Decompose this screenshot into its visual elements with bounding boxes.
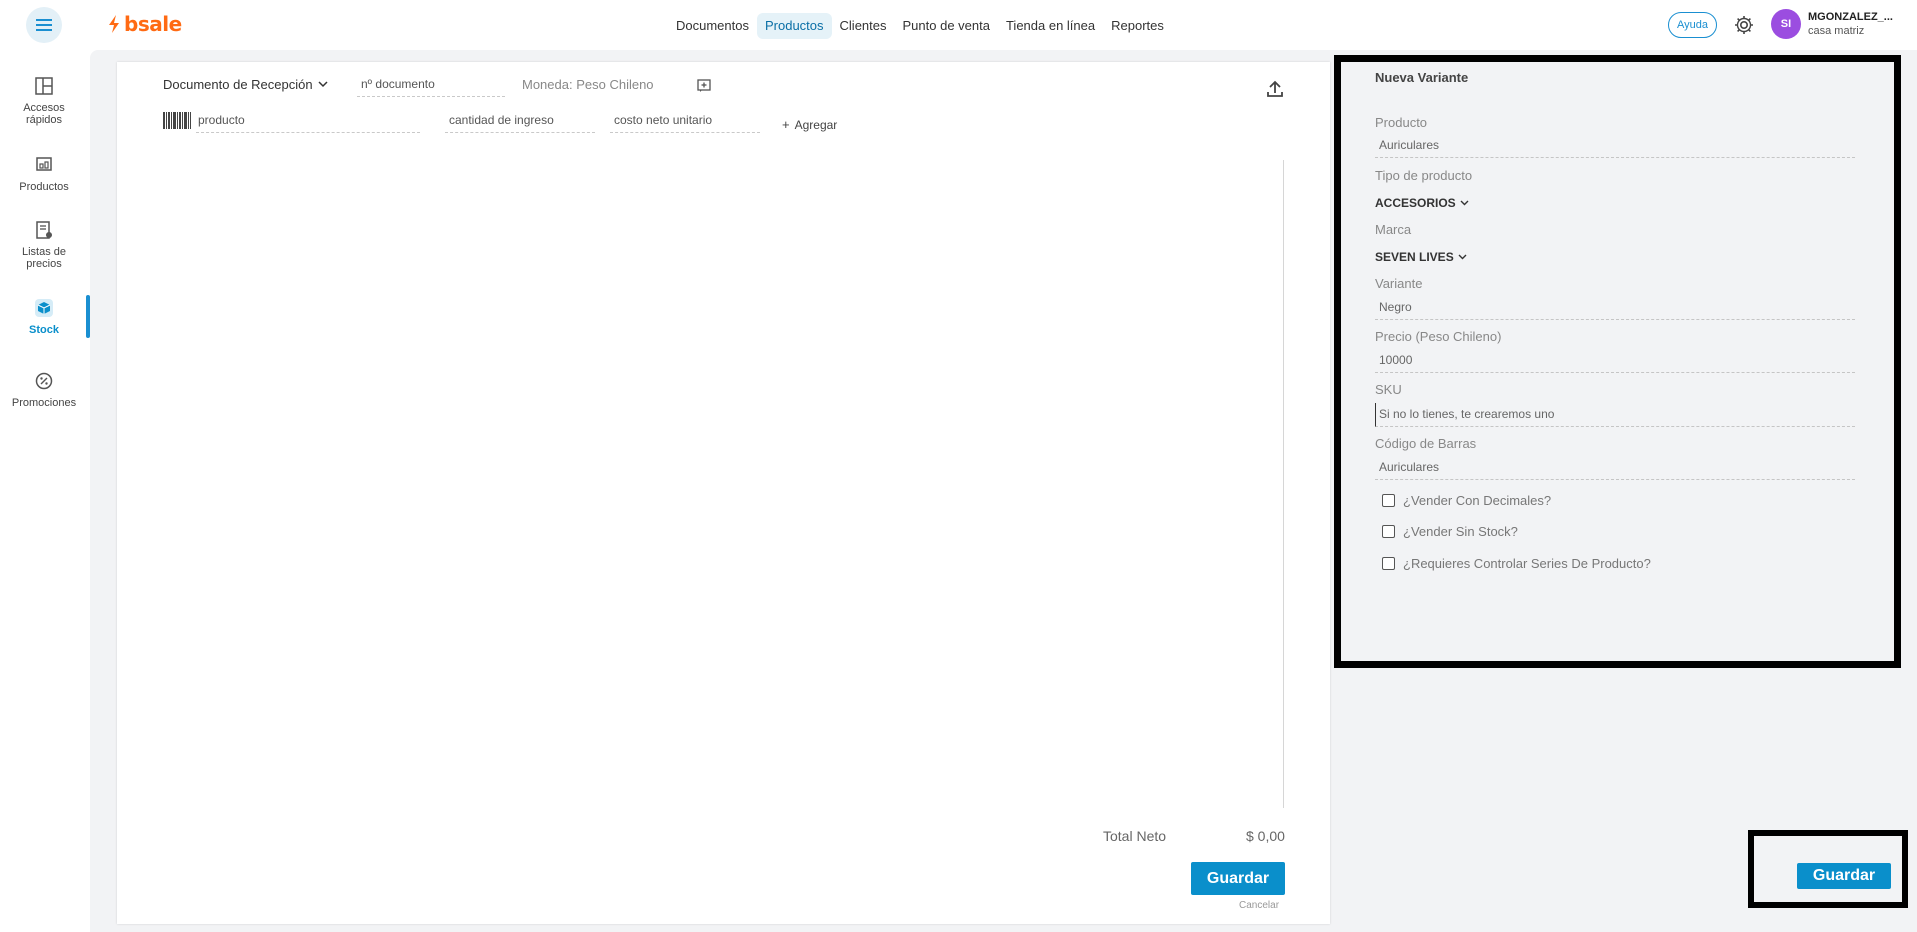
brand-label: Marca <box>1375 222 1412 237</box>
product-label: Producto <box>1375 115 1428 130</box>
sidebar-item-label: Promociones <box>11 397 77 409</box>
document-type-select[interactable]: Documento de Recepción <box>163 77 328 92</box>
chevron-down-icon <box>1460 200 1469 206</box>
sidebar-item-listas[interactable]: Listas de precios <box>0 220 88 270</box>
checkbox-box[interactable] <box>1382 525 1395 538</box>
nav-clientes[interactable]: Clientes <box>832 13 895 39</box>
sidebar-item-label: Accesos rápidos <box>23 102 65 126</box>
panel-title: Nueva Variante <box>1375 70 1469 85</box>
barcode-icon[interactable] <box>163 112 191 134</box>
hamburger-icon <box>36 19 52 31</box>
chevron-down-icon <box>318 81 328 88</box>
sku-field[interactable]: Si no lo tienes, te crearemos uno <box>1375 403 1855 427</box>
brand-select[interactable]: SEVEN LIVES <box>1375 250 1467 264</box>
upload-icon[interactable] <box>1267 80 1283 103</box>
bsale-logo-icon <box>109 15 119 33</box>
sidebar-item-label: Productos <box>19 181 69 193</box>
checkbox-box[interactable] <box>1382 557 1395 570</box>
document-type-label: Documento de Recepción <box>163 77 313 92</box>
nav-punto-de-venta[interactable]: Punto de venta <box>895 13 998 39</box>
unit-cost-input[interactable]: costo neto unitario <box>610 111 760 133</box>
save-variant-button[interactable]: Guardar <box>1797 863 1891 889</box>
product-type-label: Tipo de producto <box>1375 168 1473 183</box>
barcode-label: Código de Barras <box>1375 436 1477 451</box>
total-label: Total Neto <box>1103 828 1167 844</box>
nav-tienda-en-linea[interactable]: Tienda en línea <box>998 13 1103 39</box>
quantity-input[interactable]: cantidad de ingreso <box>445 111 595 133</box>
product-type-select[interactable]: ACCESORIOS <box>1375 196 1469 210</box>
save-button[interactable]: Guardar <box>1191 862 1285 895</box>
currency-label: Moneda: Peso Chileno <box>522 77 654 92</box>
nav-reportes[interactable]: Reportes <box>1103 13 1172 39</box>
user-branch: casa matriz <box>1808 25 1865 37</box>
logo-text: bsale <box>124 12 182 36</box>
checkbox-label: ¿Vender Con Decimales? <box>1403 493 1552 508</box>
sell-decimals-checkbox[interactable]: ¿Vender Con Decimales? <box>1382 493 1551 508</box>
product-input[interactable]: producto <box>196 111 420 133</box>
total-value: $ 0,00 <box>1246 828 1285 844</box>
price-label: Precio (Peso Chileno) <box>1375 329 1502 344</box>
variant-field[interactable]: Negro <box>1375 296 1855 320</box>
control-series-checkbox[interactable]: ¿Requieres Controlar Series De Producto? <box>1382 556 1651 571</box>
document-number-input[interactable]: nº documento <box>357 75 505 97</box>
sidebar-item-productos[interactable]: Productos <box>0 155 88 193</box>
price-list-icon <box>36 221 52 239</box>
document-card <box>117 62 1330 924</box>
sidebar-item-label: Stock <box>29 324 59 336</box>
nav-documentos[interactable]: Documentos <box>668 13 757 39</box>
promotion-icon <box>35 372 53 390</box>
checkbox-box[interactable] <box>1382 494 1395 507</box>
variant-label: Variante <box>1375 276 1423 291</box>
sell-without-stock-checkbox[interactable]: ¿Vender Sin Stock? <box>1382 524 1518 539</box>
product-type-value: ACCESORIOS <box>1375 196 1456 210</box>
add-label: Agregar <box>794 117 838 132</box>
add-button[interactable]: + Agregar <box>782 117 837 132</box>
main-nav: Documentos Productos Clientes Punto de v… <box>668 13 1172 39</box>
sku-label: SKU <box>1375 382 1402 397</box>
sidebar-item-accesos[interactable]: Accesos rápidos <box>0 76 88 126</box>
sidebar-item-promociones[interactable]: Promociones <box>0 371 88 409</box>
checkbox-label: ¿Vender Sin Stock? <box>1403 524 1518 539</box>
checkbox-label: ¿Requieres Controlar Series De Producto? <box>1403 556 1651 571</box>
nav-productos[interactable]: Productos <box>756 13 832 39</box>
barcode-field[interactable]: Auriculares <box>1375 456 1855 480</box>
chevron-down-icon <box>1458 254 1467 260</box>
avatar[interactable]: SI <box>1771 9 1801 39</box>
menu-button[interactable] <box>26 7 62 43</box>
add-note-icon[interactable] <box>697 79 711 98</box>
plus-icon: + <box>782 117 790 132</box>
help-button[interactable]: Ayuda <box>1668 12 1717 38</box>
scrollbar-track[interactable] <box>1283 160 1284 808</box>
user-name[interactable]: MGONZALEZ_... <box>1808 11 1894 23</box>
products-icon <box>36 157 52 171</box>
sidebar-item-label: Listas de precios <box>21 246 67 270</box>
product-field[interactable]: Auriculares <box>1375 134 1855 158</box>
brand-value: SEVEN LIVES <box>1375 250 1454 264</box>
price-field[interactable]: 10000 <box>1375 349 1855 373</box>
box-icon <box>35 299 53 317</box>
dashboard-icon <box>35 77 53 95</box>
gear-icon[interactable] <box>1732 13 1756 37</box>
logo[interactable]: bsale <box>108 12 182 36</box>
cancel-button[interactable]: Cancelar <box>1239 900 1279 911</box>
sidebar-item-stock[interactable]: Stock <box>0 298 88 336</box>
